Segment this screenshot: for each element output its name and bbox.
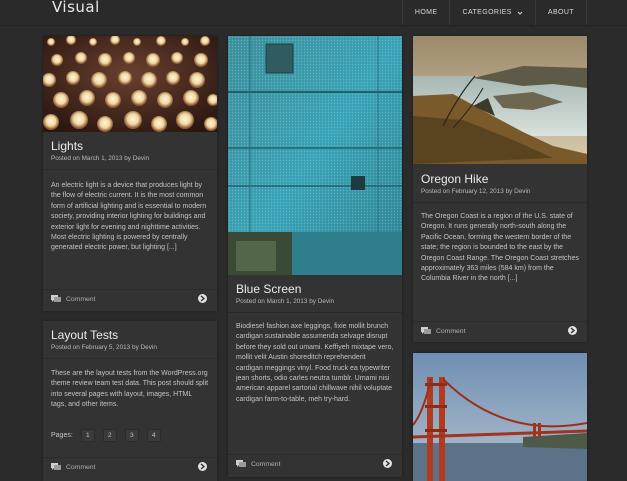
post-footer: Comment <box>43 457 217 477</box>
nav-home-label: HOME <box>414 9 438 16</box>
page-link-2[interactable]: 2 <box>102 429 117 442</box>
meta-prefix: Posted on <box>421 188 450 195</box>
comment-link[interactable]: Comment <box>236 460 280 468</box>
post-author[interactable]: Devin <box>141 344 157 351</box>
lights-photo <box>43 36 217 132</box>
post-title[interactable]: Oregon Hike <box>421 172 488 186</box>
divider <box>228 312 402 313</box>
meta-by: by <box>132 344 139 351</box>
arrow-right-circle-icon[interactable] <box>198 462 207 471</box>
arrow-right-circle-icon[interactable] <box>568 326 577 335</box>
comment-link[interactable]: Comment <box>51 463 95 471</box>
comment-bubble-icon <box>236 460 246 467</box>
comment-bubble-icon <box>51 463 61 470</box>
post-author[interactable]: Devin <box>318 298 334 305</box>
divider <box>43 358 217 359</box>
golden-gate-bridge-photo <box>413 353 587 481</box>
post-card-oregon-hike: Oregon Hike Posted on February 12, 2013 … <box>413 36 587 342</box>
post-date[interactable]: February 5, 2013 <box>82 344 131 351</box>
post-footer: Comment <box>413 321 587 341</box>
post-footer: Comment <box>43 289 217 309</box>
comment-label: Comment <box>66 463 96 471</box>
comment-label: Comment <box>66 295 96 303</box>
meta-by: by <box>309 298 316 305</box>
post-card-layout-tests: Layout Tests Posted on February 5, 2013 … <box>43 321 217 481</box>
post-card-bridge <box>413 353 587 481</box>
site-header: Visual HOME CATEGORIES ABOUT <box>0 0 627 26</box>
comment-label: Comment <box>436 327 466 335</box>
nav-categories-label: CATEGORIES <box>462 9 512 16</box>
post-excerpt: These are the layout tests from the Word… <box>51 370 209 409</box>
oregon-coast-photo <box>413 36 587 164</box>
arrow-right-circle-icon[interactable] <box>383 459 392 468</box>
post-meta: Posted on February 12, 2013 by Devin <box>421 188 530 195</box>
post-title[interactable]: Layout Tests <box>51 328 118 342</box>
post-meta: Posted on February 5, 2013 by Devin <box>51 344 157 351</box>
post-author[interactable]: Devin <box>514 188 530 195</box>
arrow-right-circle-icon[interactable] <box>198 294 207 303</box>
post-image-blue-screen[interactable] <box>228 36 402 275</box>
divider <box>413 202 587 203</box>
post-card-lights: Lights Posted on March 1, 2013 by Devin … <box>43 36 217 311</box>
page-link-3[interactable]: 3 <box>124 429 139 442</box>
blue-screen-photo <box>228 36 402 275</box>
nav-about-label: ABOUT <box>547 9 574 16</box>
post-date[interactable]: March 1, 2013 <box>82 155 123 162</box>
pages-label: Pages: <box>51 432 73 439</box>
post-meta: Posted on March 1, 2013 by Devin <box>236 298 334 305</box>
comment-link[interactable]: Comment <box>421 327 465 335</box>
comment-label: Comment <box>251 460 281 468</box>
post-author[interactable]: Devin <box>133 155 149 162</box>
main-nav: HOME CATEGORIES ABOUT <box>401 0 587 25</box>
meta-prefix: Posted on <box>51 344 80 351</box>
post-title[interactable]: Lights <box>51 139 83 153</box>
nav-about[interactable]: ABOUT <box>534 0 587 25</box>
page-link-4[interactable]: 4 <box>146 429 161 442</box>
comment-link[interactable]: Comment <box>51 295 95 303</box>
comment-bubble-icon <box>421 327 431 334</box>
chevron-down-icon <box>517 11 523 15</box>
nav-categories[interactable]: CATEGORIES <box>449 0 534 25</box>
post-excerpt: Biodiesel fashion axe leggings, fixie mo… <box>236 323 394 403</box>
post-image-bridge[interactable] <box>413 353 587 481</box>
page-link-1[interactable]: 1 <box>80 429 95 442</box>
post-card-blue-screen: Blue Screen Posted on March 1, 2013 by D… <box>228 36 402 477</box>
post-date[interactable]: March 1, 2013 <box>267 298 308 305</box>
divider <box>43 169 217 170</box>
post-excerpt: An electric light is a device that produ… <box>51 182 207 252</box>
meta-by: by <box>124 155 131 162</box>
post-image-lights[interactable] <box>43 36 217 132</box>
post-title[interactable]: Blue Screen <box>236 282 301 296</box>
meta-prefix: Posted on <box>236 298 265 305</box>
post-meta: Posted on March 1, 2013 by Devin <box>51 155 149 162</box>
site-title[interactable]: Visual <box>52 0 100 16</box>
meta-by: by <box>505 188 513 195</box>
pagination: Pages: 1 2 3 4 <box>51 429 161 442</box>
post-footer: Comment <box>228 454 402 474</box>
post-date[interactable]: February 12, 2013 <box>452 188 504 195</box>
meta-prefix: Posted on <box>51 155 80 162</box>
comment-bubble-icon <box>51 295 61 302</box>
post-excerpt: The Oregon Coast is a region of the U.S.… <box>421 213 579 283</box>
nav-home[interactable]: HOME <box>401 0 450 25</box>
post-image-oregon-hike[interactable] <box>413 36 587 164</box>
